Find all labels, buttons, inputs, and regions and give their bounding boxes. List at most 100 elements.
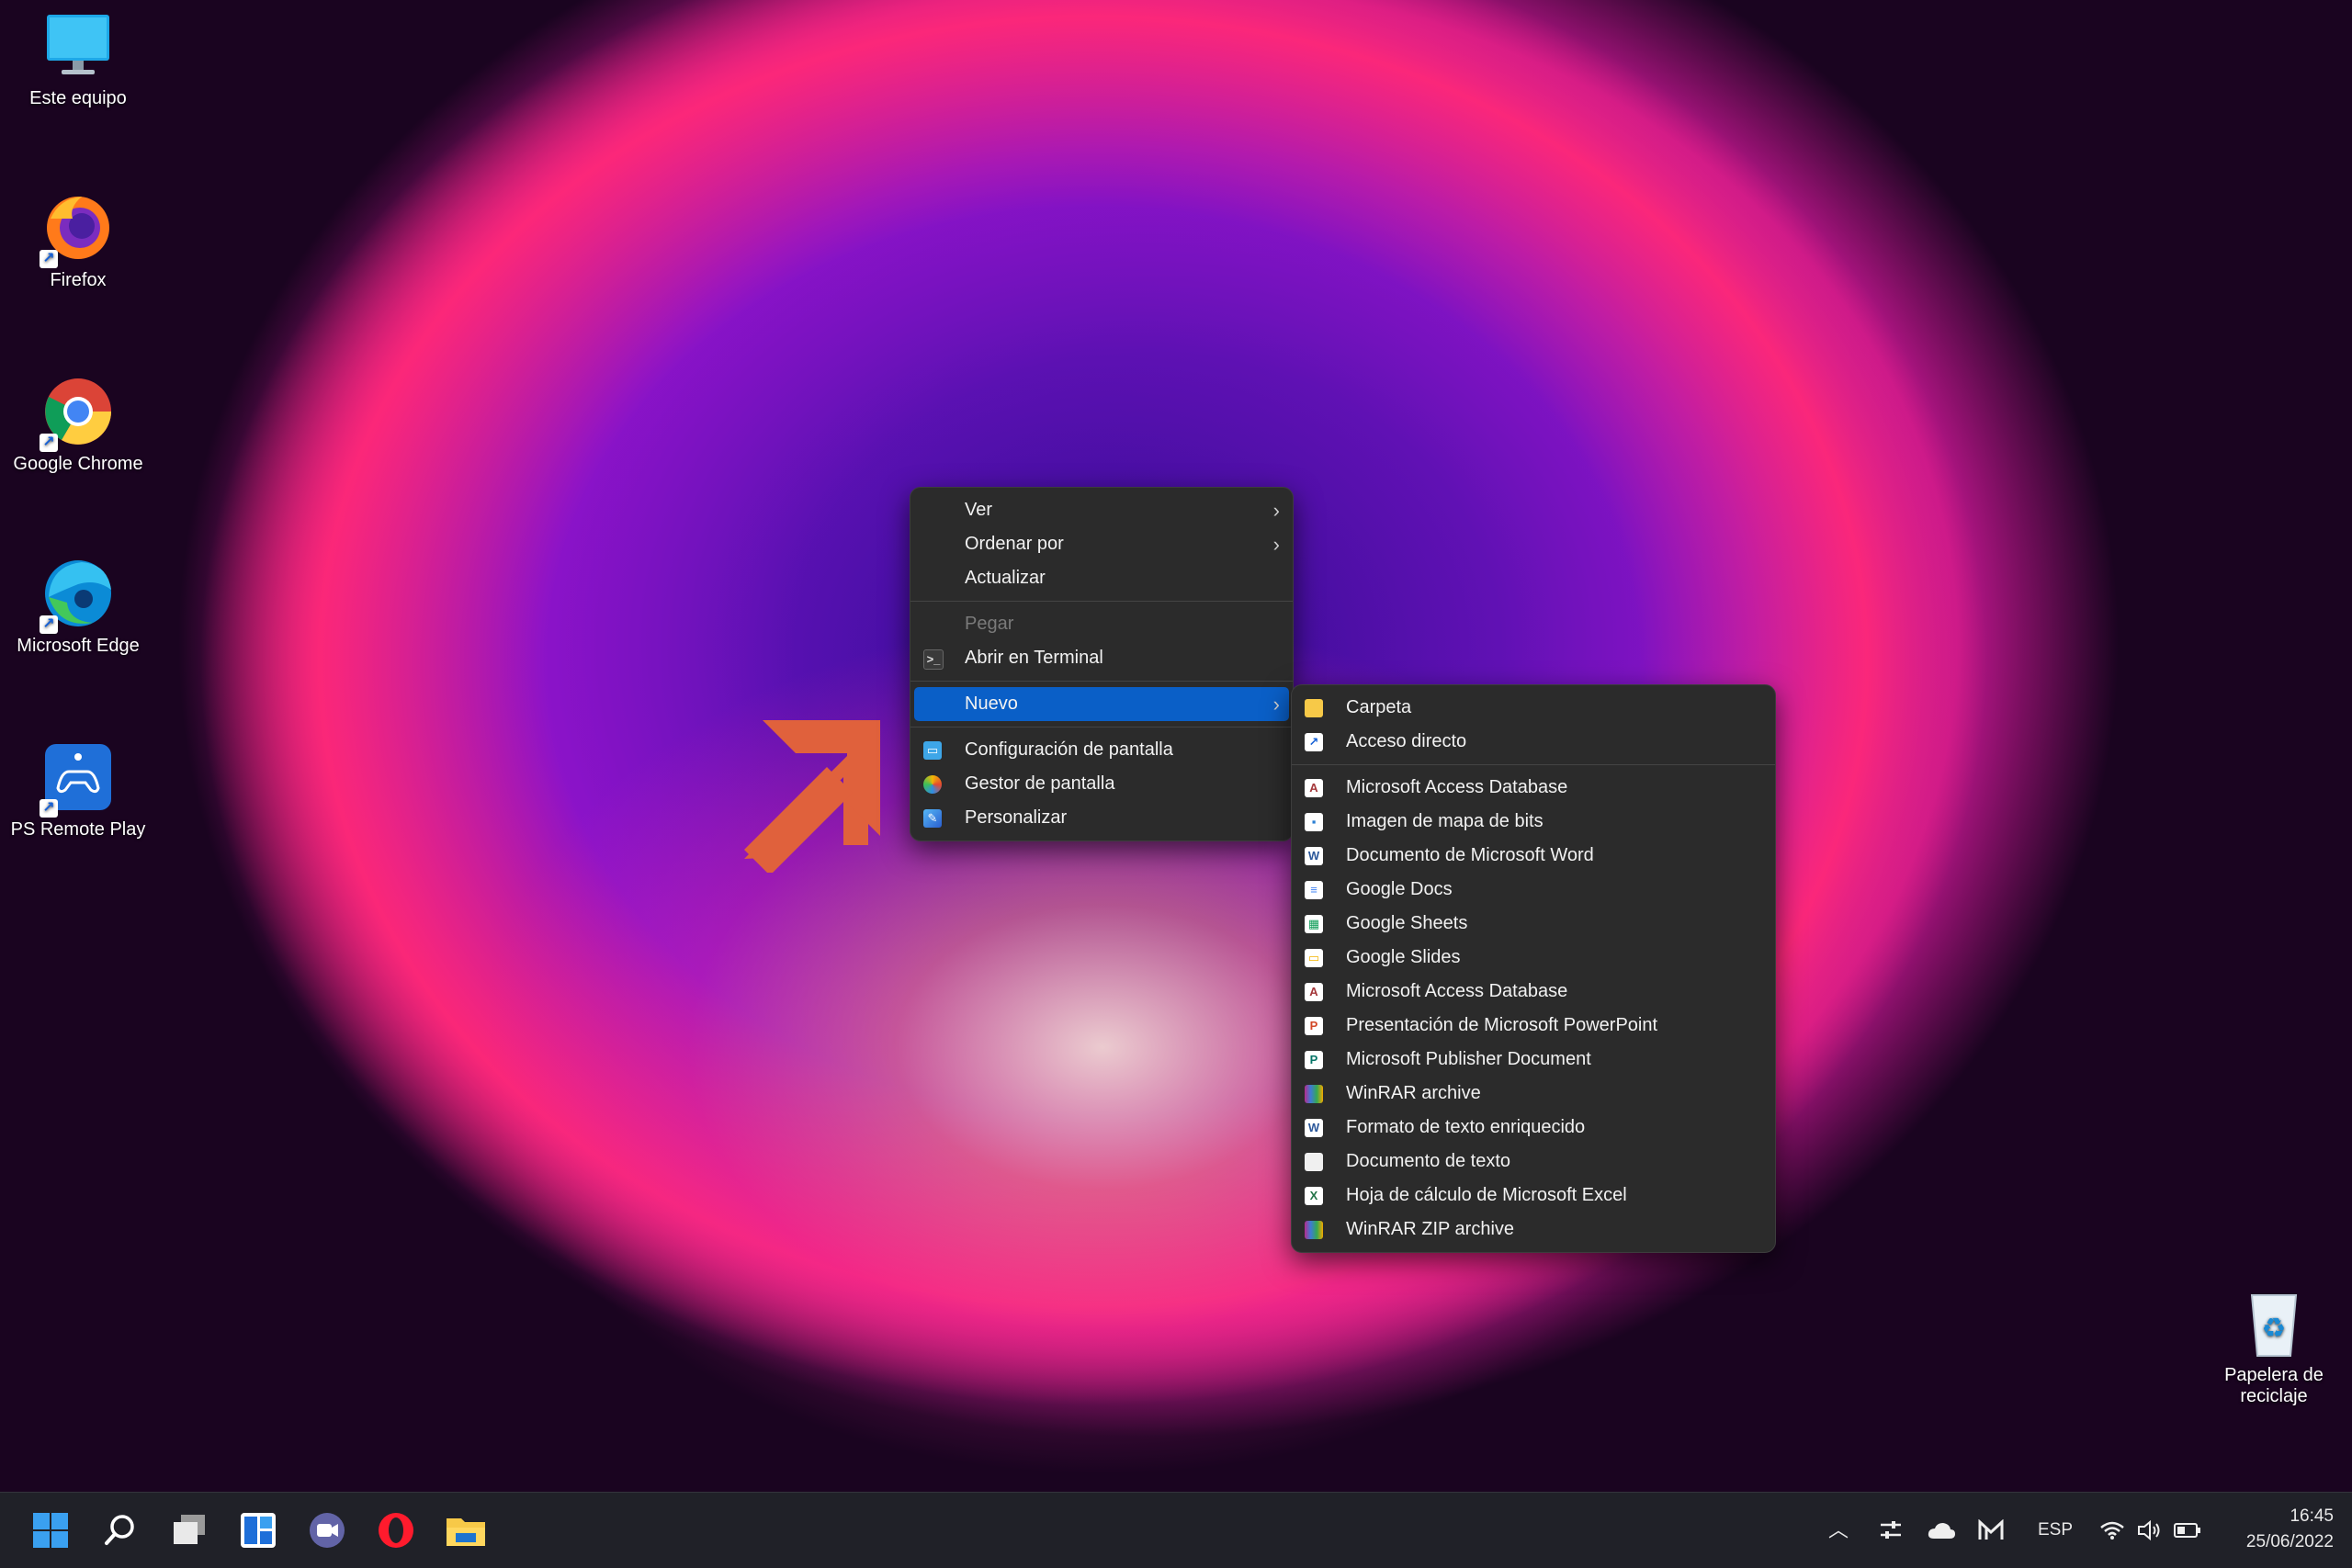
word-file-icon: W	[1305, 847, 1323, 865]
menu-item-label: Presentación de Microsoft PowerPoint	[1346, 1015, 1658, 1035]
submenu-item-carpeta[interactable]: Carpeta	[1295, 691, 1771, 725]
firefox-icon: ↗	[40, 191, 115, 268]
opera-button[interactable]	[373, 1507, 419, 1553]
teams-chat-button[interactable]	[304, 1507, 350, 1553]
widgets-icon	[241, 1513, 276, 1548]
ps-remote-play-icon: ↗	[40, 740, 115, 818]
menu-item-label: Microsoft Access Database	[1346, 777, 1568, 797]
menu-item-label: Ver	[965, 500, 993, 520]
submenu-item-winrar-zip[interactable]: WinRAR ZIP archive	[1295, 1213, 1771, 1247]
submenu-item-excel[interactable]: X Hoja de cálculo de Microsoft Excel	[1295, 1179, 1771, 1213]
menu-item-label: WinRAR archive	[1346, 1083, 1481, 1103]
menu-item-personalizar[interactable]: ✎ Personalizar	[914, 801, 1289, 835]
desktop-wallpaper[interactable]: Este equipo ↗ Firefox ↗ Google Chrome ↗ …	[0, 0, 2352, 1568]
widgets-button[interactable]	[235, 1507, 281, 1553]
clock-time: 16:45	[2290, 1506, 2334, 1526]
menu-item-actualizar[interactable]: Actualizar	[914, 561, 1289, 595]
menu-item-ordenar-por[interactable]: Ordenar por ›	[914, 527, 1289, 561]
desktop-icon-ps-remote-play[interactable]: ↗ PS Remote Play	[0, 740, 156, 840]
desktop-context-menu: Ver › Ordenar por › Actualizar Pegar >_ …	[910, 487, 1294, 841]
language-indicator[interactable]: ESP	[2038, 1493, 2073, 1568]
desktop-icon-label: Papelera de reciclaje	[2224, 1365, 2324, 1406]
clock[interactable]: 16:45 25/06/2022	[2214, 1504, 2334, 1555]
rtf-file-icon: W	[1305, 1119, 1323, 1137]
onedrive-cloud-icon[interactable]	[1927, 1493, 1956, 1568]
menu-item-label: Microsoft Publisher Document	[1346, 1049, 1591, 1069]
shortcut-arrow-icon: ↗	[40, 799, 58, 818]
menu-separator	[910, 601, 1293, 602]
svg-text:♻: ♻	[2262, 1313, 2287, 1345]
shortcut-icon: ↗	[1305, 733, 1323, 751]
menu-item-label: Personalizar	[965, 807, 1068, 828]
monitor-icon	[41, 9, 115, 83]
chevron-right-icon: ›	[1272, 533, 1280, 556]
menu-item-label: Google Slides	[1346, 947, 1461, 967]
menu-item-label: Nuevo	[965, 694, 1018, 714]
menu-item-abrir-en-terminal[interactable]: >_ Abrir en Terminal	[914, 641, 1289, 675]
desktop-icon-microsoft-edge[interactable]: ↗ Microsoft Edge	[0, 557, 156, 657]
start-icon	[33, 1513, 68, 1548]
desktop-icon-firefox[interactable]: ↗ Firefox	[0, 191, 156, 291]
submenu-item-word[interactable]: W Documento de Microsoft Word	[1295, 839, 1771, 873]
google-slides-icon: ▭	[1305, 949, 1323, 967]
bitmap-file-icon: ▪	[1305, 813, 1323, 831]
desktop-icon-google-chrome[interactable]: ↗ Google Chrome	[0, 375, 156, 475]
menu-item-label: Ordenar por	[965, 534, 1064, 554]
volume-icon[interactable]	[2137, 1493, 2163, 1568]
submenu-item-google-slides[interactable]: ▭ Google Slides	[1295, 941, 1771, 975]
start-button[interactable]	[28, 1507, 74, 1553]
menu-item-configuracion-de-pantalla[interactable]: ▭ Configuración de pantalla	[914, 733, 1289, 767]
submenu-item-powerpoint[interactable]: P Presentación de Microsoft PowerPoint	[1295, 1009, 1771, 1043]
wifi-icon[interactable]	[2099, 1493, 2125, 1568]
desktop-icon-label: Microsoft Edge	[17, 636, 140, 656]
menu-item-label: Formato de texto enriquecido	[1346, 1117, 1586, 1137]
shortcut-arrow-icon: ↗	[40, 615, 58, 634]
search-button[interactable]	[97, 1507, 143, 1553]
desktop-icon-recycle-bin[interactable]: ♻ Papelera de reciclaje	[2196, 1286, 2352, 1407]
mail-app-icon[interactable]	[1978, 1493, 2004, 1568]
submenu-item-mapa-de-bits[interactable]: ▪ Imagen de mapa de bits	[1295, 805, 1771, 839]
task-view-icon	[174, 1515, 205, 1544]
chevron-right-icon: ›	[1272, 499, 1280, 522]
chevron-right-icon: ›	[1272, 693, 1280, 716]
menu-item-ver[interactable]: Ver ›	[914, 493, 1289, 527]
teams-chat-icon	[310, 1513, 345, 1548]
desktop-icon-label: Google Chrome	[13, 454, 143, 474]
display-manager-icon	[923, 775, 942, 794]
desktop-icon-este-equipo[interactable]: Este equipo	[0, 9, 156, 109]
orange-pointer-arrow-icon	[744, 720, 880, 873]
winrar-zip-icon	[1305, 1221, 1323, 1239]
submenu-item-texto-enriquecido[interactable]: W Formato de texto enriquecido	[1295, 1111, 1771, 1145]
clock-date: 25/06/2022	[2245, 1532, 2334, 1551]
personalize-icon: ✎	[923, 809, 942, 828]
menu-item-label: WinRAR ZIP archive	[1346, 1219, 1515, 1239]
menu-item-label: Documento de Microsoft Word	[1346, 845, 1594, 865]
menu-item-label: Google Docs	[1346, 879, 1453, 899]
submenu-item-access-database[interactable]: A Microsoft Access Database	[1295, 771, 1771, 805]
menu-item-label: Actualizar	[965, 568, 1046, 588]
menu-item-nuevo[interactable]: Nuevo ›	[914, 687, 1289, 721]
menu-item-label: Google Sheets	[1346, 913, 1468, 933]
battery-icon[interactable]	[2174, 1493, 2201, 1568]
winrar-icon	[1305, 1085, 1323, 1103]
menu-item-label: Acceso directo	[1346, 731, 1467, 751]
menu-item-gestor-de-pantalla[interactable]: Gestor de pantalla	[914, 767, 1289, 801]
submenu-item-documento-de-texto[interactable]: Documento de texto	[1295, 1145, 1771, 1179]
menu-item-pegar[interactable]: Pegar	[914, 607, 1289, 641]
submenu-item-access-database-2[interactable]: A Microsoft Access Database	[1295, 975, 1771, 1009]
submenu-item-publisher[interactable]: P Microsoft Publisher Document	[1295, 1043, 1771, 1077]
task-view-button[interactable]	[166, 1507, 212, 1553]
nuevo-submenu: Carpeta ↗ Acceso directo A Microsoft Acc…	[1291, 684, 1776, 1253]
chevron-up-icon[interactable]: ︿	[1828, 1493, 1849, 1568]
sliders-icon[interactable]	[1878, 1493, 1904, 1568]
desktop-icon-label: Este equipo	[29, 88, 127, 108]
submenu-item-acceso-directo[interactable]: ↗ Acceso directo	[1295, 725, 1771, 759]
menu-item-label: Hoja de cálculo de Microsoft Excel	[1346, 1185, 1627, 1205]
file-explorer-button[interactable]	[443, 1507, 489, 1553]
submenu-item-google-docs[interactable]: ≡ Google Docs	[1295, 873, 1771, 907]
submenu-item-google-sheets[interactable]: ▦ Google Sheets	[1295, 907, 1771, 941]
google-sheets-icon: ▦	[1305, 915, 1323, 933]
shortcut-arrow-icon: ↗	[40, 250, 58, 268]
recycle-bin-icon: ♻	[2237, 1286, 2311, 1359]
submenu-item-winrar-archive[interactable]: WinRAR archive	[1295, 1077, 1771, 1111]
